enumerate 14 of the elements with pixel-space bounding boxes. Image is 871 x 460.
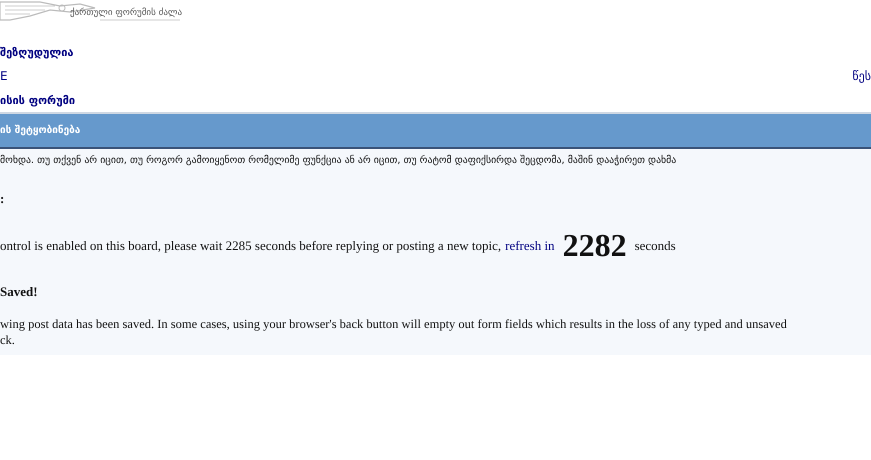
nav-link[interactable]: E bbox=[0, 69, 8, 83]
countdown: 2282 bbox=[562, 227, 627, 264]
rules-link[interactable]: წეს bbox=[852, 69, 871, 83]
saved-title: Saved! bbox=[0, 284, 39, 300]
flood-text: ontrol is enabled on this board, please wait 2285 seconds before replying or posting a new topic, bbox=[0, 238, 502, 254]
access-notice: შეზღუდულია bbox=[0, 46, 74, 58]
refresh-link[interactable]: refresh in bbox=[505, 238, 555, 254]
saved-text: wing post data has been saved. In some cases, using your browser's back button will empty out form fields which results in the loss of any typed and unsaved ck. bbox=[0, 316, 788, 348]
logo-tagline: ქართული ფორუმის ძალა bbox=[70, 8, 182, 18]
forum-link[interactable]: ისის ფორუმი bbox=[0, 94, 76, 106]
message-label: : bbox=[0, 191, 6, 207]
help-text: მოხდა. თუ თქვენ არ იცით, თუ როგორ გამოიყენოთ რომელიმე ფუნქცია ან არ იცით, თუ რატომ დაფიქსირდა შეცდომა, მაშინ დააჭირეთ დახმა bbox=[0, 155, 678, 168]
message-header: ის შეტყობინება bbox=[0, 112, 871, 149]
seconds-text: seconds bbox=[634, 238, 676, 254]
